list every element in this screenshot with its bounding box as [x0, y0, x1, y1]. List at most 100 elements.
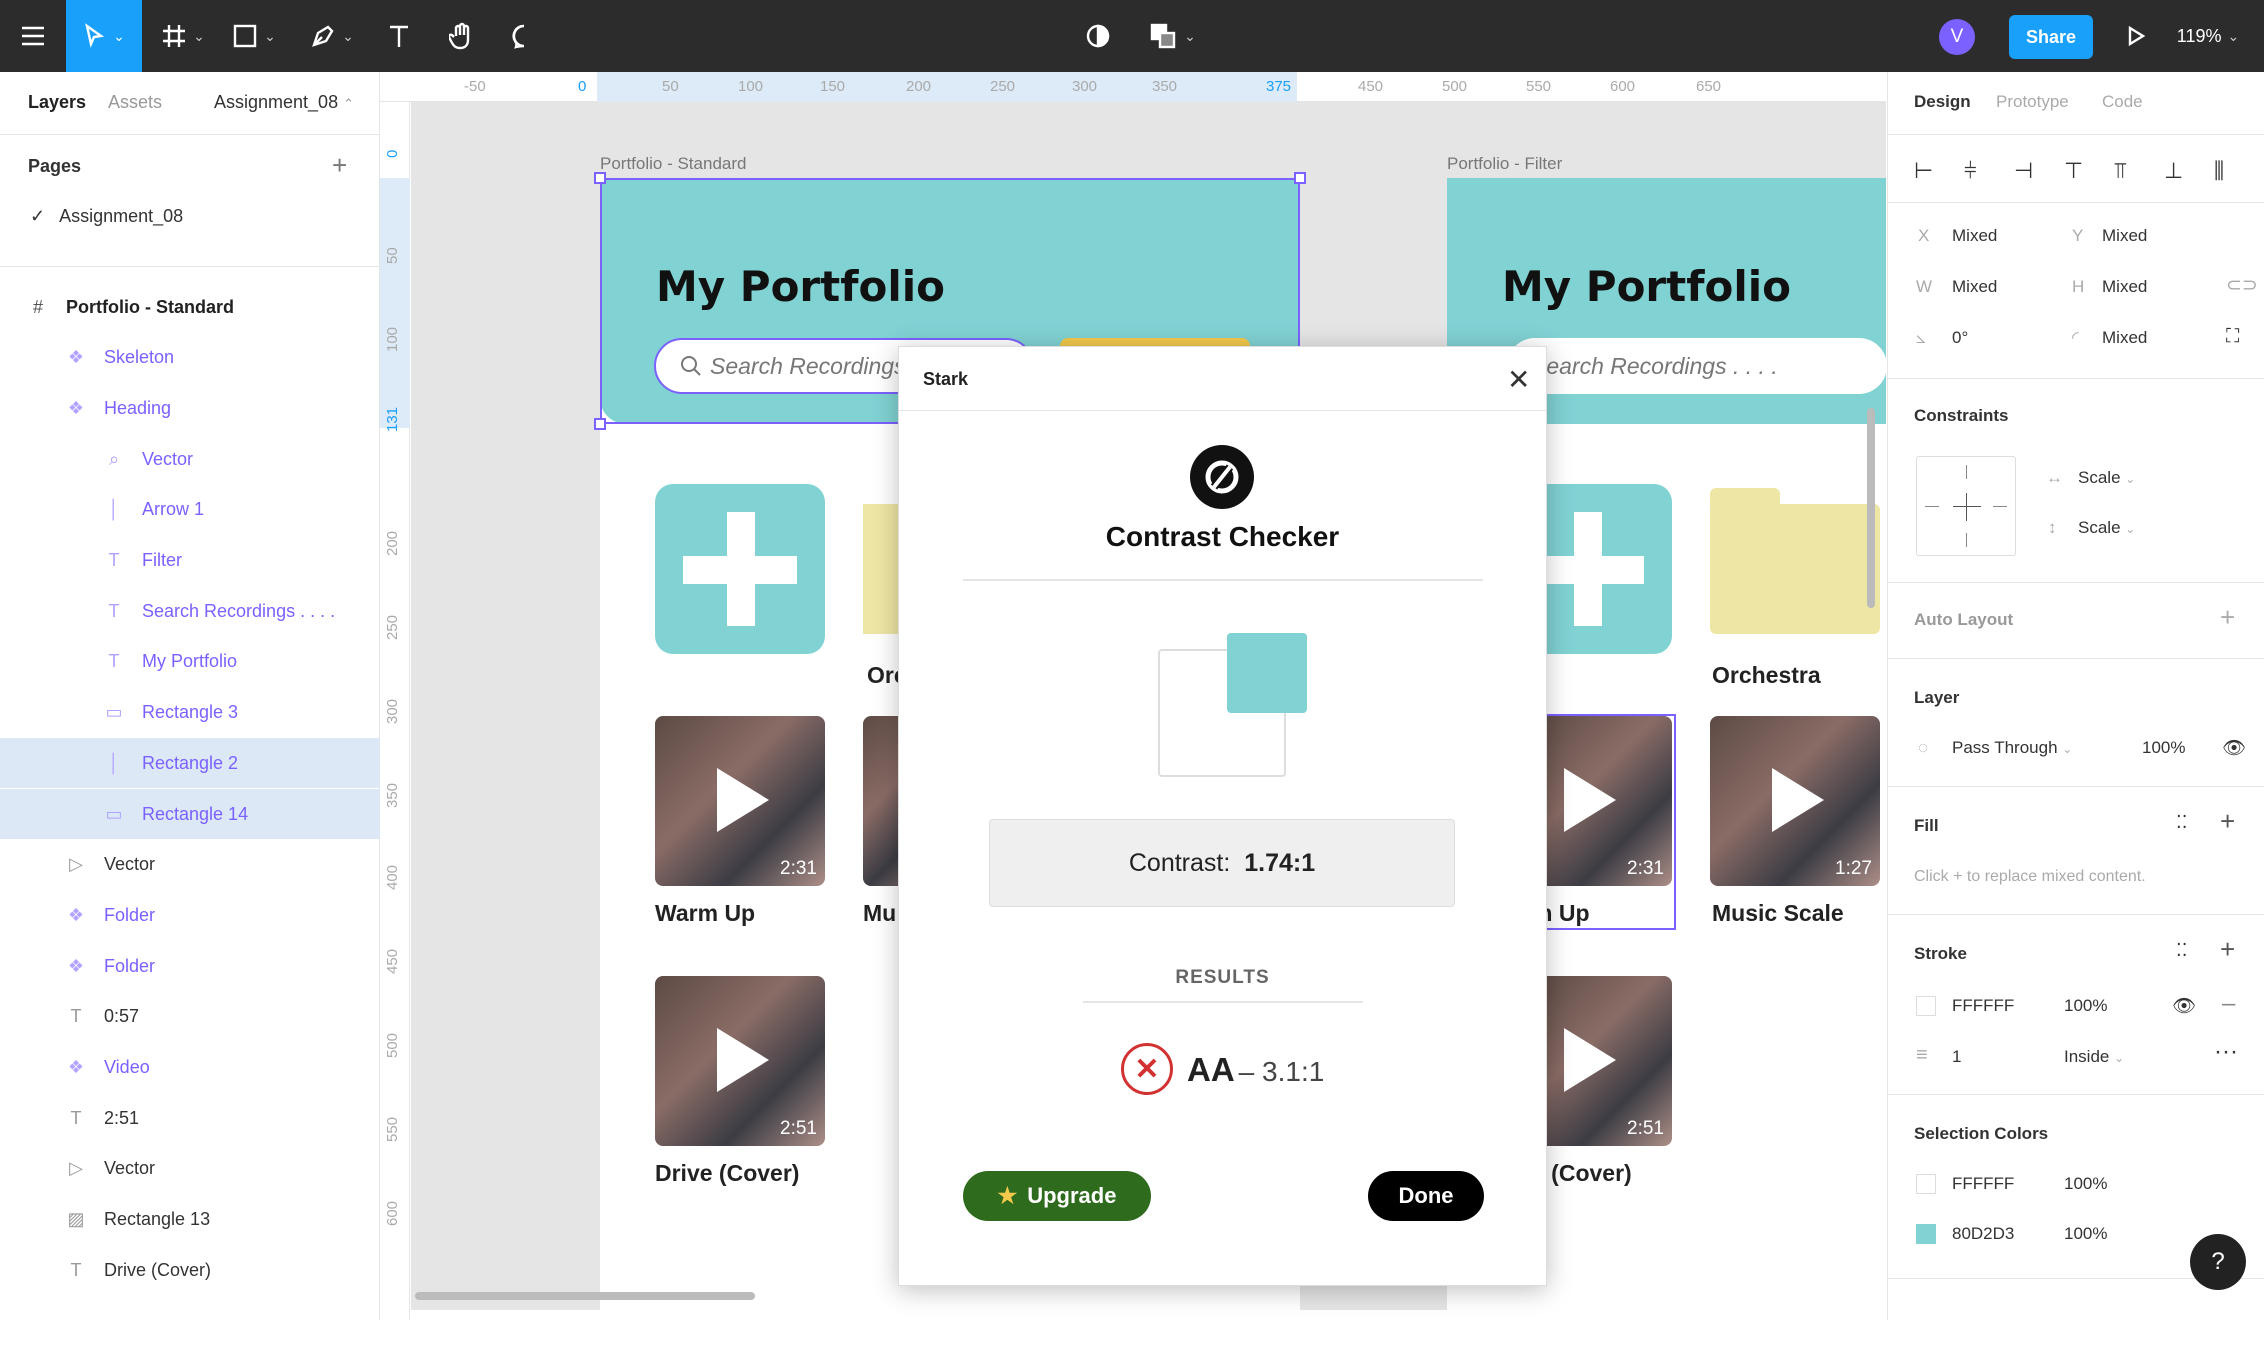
tab-assets[interactable]: Assets [108, 92, 162, 113]
layer-item[interactable]: ▷ Vector [0, 1144, 380, 1194]
height-field[interactable]: Mixed [2102, 277, 2147, 297]
share-button[interactable]: Share [2009, 15, 2093, 59]
frame-label[interactable]: Portfolio - Standard [600, 154, 746, 174]
layer-item[interactable]: T 0:57 [0, 992, 380, 1042]
y-field[interactable]: Mixed [2102, 226, 2147, 246]
add-recording-tile[interactable] [655, 484, 825, 654]
add-recording-tile[interactable] [1532, 484, 1672, 654]
video-thumbnail[interactable]: 1:27 [1710, 716, 1880, 886]
align-bottom-icon[interactable]: ⊥ [2164, 158, 2183, 184]
more-options-icon[interactable]: ··· [2214, 1038, 2238, 1066]
x-field[interactable]: Mixed [1952, 226, 1997, 246]
frame-tool-button[interactable]: ⌄ [152, 0, 214, 72]
selection-color-opacity[interactable]: 100% [2064, 1174, 2107, 1194]
rotation-field[interactable]: 0° [1952, 328, 1968, 348]
tab-layers[interactable]: Layers [28, 92, 86, 113]
selection-color-hex[interactable]: FFFFFF [1952, 1174, 2014, 1194]
remove-stroke-icon[interactable]: – [2222, 990, 2235, 1018]
resize-handle[interactable] [594, 418, 606, 430]
main-menu-button[interactable] [0, 0, 66, 72]
align-top-icon[interactable]: ⊤ [2064, 158, 2083, 184]
vertical-scrollbar[interactable] [1867, 408, 1875, 608]
layer-item[interactable]: ❖ Folder [0, 890, 380, 940]
constrain-proportions-icon[interactable]: ⊂⊃ [2226, 274, 2258, 297]
vertical-constraint-select[interactable]: Scale ⌄ [2078, 518, 2135, 538]
layer-item[interactable]: ▭ Rectangle 14 [0, 789, 380, 839]
layer-item[interactable]: ❖ Skeleton [0, 333, 380, 383]
eye-icon[interactable]: 👁 [2172, 994, 2196, 1018]
pen-tool-button[interactable]: ⌄ [300, 0, 364, 72]
styles-icon[interactable]: ⁚⁚ [2176, 940, 2187, 961]
layer-item[interactable]: T Filter [0, 536, 380, 586]
comment-tool-button[interactable] [502, 0, 546, 72]
add-page-icon[interactable]: + [332, 150, 347, 181]
align-vertical-center-icon[interactable]: ⫪ [2114, 158, 2126, 184]
add-fill-icon[interactable]: + [2220, 806, 2235, 837]
add-stroke-icon[interactable]: + [2220, 934, 2235, 965]
align-left-icon[interactable]: ⊢ [1914, 158, 1933, 184]
text-tool-button[interactable] [378, 0, 420, 72]
search-input[interactable]: Search Recordings . . . . [1507, 338, 1886, 394]
layer-item[interactable]: │ Arrow 1 [0, 485, 380, 535]
color-swatch[interactable] [1916, 1174, 1936, 1194]
layer-item[interactable]: │ Rectangle 2 [0, 738, 380, 789]
shape-tool-button[interactable]: ⌄ [222, 0, 286, 72]
frame-label[interactable]: Portfolio - Filter [1447, 154, 1562, 174]
width-field[interactable]: Mixed [1952, 277, 1997, 297]
theme-toggle-button[interactable] [1080, 0, 1116, 72]
layer-item[interactable]: T 2:51 [0, 1093, 380, 1143]
tab-design[interactable]: Design [1914, 92, 1971, 112]
folder-icon[interactable] [1710, 488, 1880, 634]
layer-item[interactable]: ❖ Folder [0, 941, 380, 991]
page-item-current[interactable]: ✓ Assignment_08 [30, 206, 183, 227]
hand-tool-button[interactable] [440, 0, 484, 72]
layer-item[interactable]: # Portfolio - Standard [0, 282, 380, 332]
constraints-widget[interactable] [1916, 456, 2016, 556]
layer-opacity-field[interactable]: 100% [2142, 738, 2185, 758]
layer-item[interactable]: ❖ Heading [0, 383, 380, 433]
move-tool-button[interactable]: ⌄ [66, 0, 142, 72]
eye-icon[interactable]: 👁 [2222, 736, 2246, 760]
selection-color-opacity[interactable]: 100% [2064, 1224, 2107, 1244]
help-button[interactable]: ? [2190, 1234, 2246, 1290]
layer-item[interactable]: ▭ Rectangle 3 [0, 688, 380, 738]
tab-code[interactable]: Code [2102, 92, 2143, 112]
distribute-icon[interactable]: ⫼ [2214, 158, 2224, 184]
foreground-color-swatch[interactable] [1227, 633, 1307, 713]
video-thumbnail[interactable]: 2:51 [1532, 976, 1672, 1146]
upgrade-button[interactable]: ★ Upgrade [963, 1171, 1151, 1221]
layer-item[interactable]: T Drive (Cover) [0, 1245, 380, 1295]
horizontal-constraint-select[interactable]: Scale ⌄ [2078, 468, 2135, 488]
done-button[interactable]: Done [1368, 1171, 1484, 1221]
present-button[interactable] [2116, 0, 2156, 72]
stroke-color-swatch[interactable] [1916, 996, 1936, 1016]
layer-item[interactable]: ⌕ Vector [0, 434, 380, 484]
layer-item[interactable]: T Search Recordings . . . . [0, 586, 380, 636]
color-swatch[interactable] [1916, 1224, 1936, 1244]
component-tools-button[interactable]: ⌄ [1140, 0, 1206, 72]
resize-handle[interactable] [594, 172, 606, 184]
zoom-dropdown[interactable]: 119% ⌄ [2168, 0, 2248, 72]
blend-mode-select[interactable]: Pass Through ⌄ [1952, 738, 2072, 758]
layer-item[interactable]: ❖ Video [0, 1043, 380, 1093]
stroke-opacity-field[interactable]: 100% [2064, 996, 2107, 1016]
video-thumbnail[interactable]: 2:51 [655, 976, 825, 1146]
align-horizontal-center-icon[interactable]: ⫩ [1964, 158, 1977, 184]
stroke-color-field[interactable]: FFFFFF [1952, 996, 2014, 1016]
layer-item[interactable]: T My Portfolio [0, 637, 380, 687]
selection-color-hex[interactable]: 80D2D3 [1952, 1224, 2014, 1244]
video-thumbnail[interactable]: 2:31 [655, 716, 825, 886]
resize-handle[interactable] [1294, 172, 1306, 184]
layer-item[interactable]: ▷ Vector [0, 840, 380, 890]
tab-prototype[interactable]: Prototype [1996, 92, 2069, 112]
add-auto-layout-icon[interactable]: + [2220, 602, 2235, 633]
stroke-weight-field[interactable]: 1 [1952, 1047, 1961, 1067]
stroke-position-select[interactable]: Inside ⌄ [2064, 1047, 2124, 1067]
styles-icon[interactable]: ⁚⁚ [2176, 812, 2187, 833]
close-icon[interactable]: ✕ [1507, 363, 1530, 396]
avatar[interactable]: V [1939, 19, 1975, 55]
horizontal-scrollbar[interactable] [415, 1292, 755, 1300]
page-switcher[interactable]: Assignment_08 ⌃ [214, 92, 354, 113]
layer-item[interactable]: ▨ Rectangle 13 [0, 1195, 380, 1245]
independent-corners-icon[interactable]: ⛶ [2226, 326, 2239, 348]
